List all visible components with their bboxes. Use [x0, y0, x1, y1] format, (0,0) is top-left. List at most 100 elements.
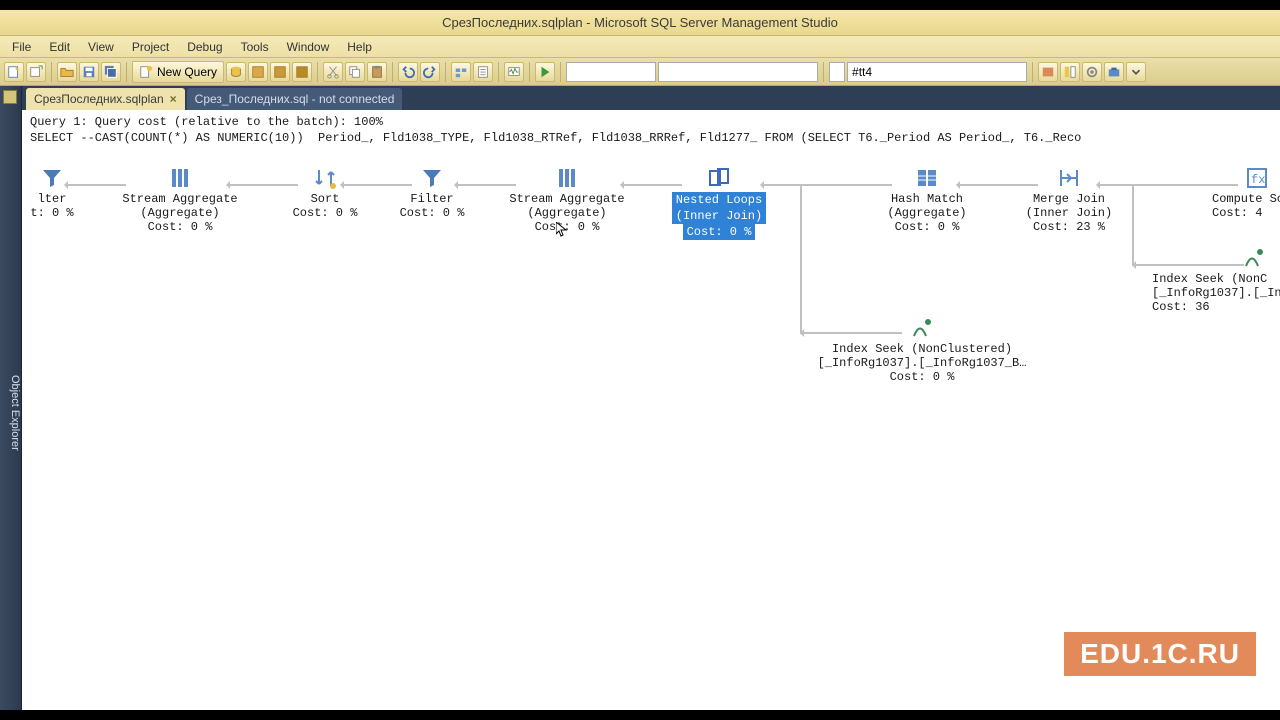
menu-project[interactable]: Project: [124, 38, 177, 56]
plan-node-filter-left[interactable]: lter t: 0 %: [22, 166, 82, 220]
toolbar-separator: [445, 62, 446, 82]
window-title: СрезПоследних.sqlplan - Microsoft SQL Se…: [442, 15, 838, 30]
node-cost: Cost: 0 %: [812, 370, 1032, 384]
mdx-query-button[interactable]: [270, 62, 290, 82]
plan-node-index-seek-bottom[interactable]: Index Seek (NonClustered) [_InfoRg1037].…: [812, 316, 1032, 384]
merge-join-icon: [1057, 166, 1081, 190]
find-combo[interactable]: [847, 62, 1027, 82]
activity-monitor-button[interactable]: [504, 62, 524, 82]
db-engine-query-button[interactable]: [226, 62, 246, 82]
node-sub: (Inner Join): [1014, 206, 1124, 220]
node-cost: Cost: 23 %: [1014, 220, 1124, 234]
compute-scalar-icon: fx: [1245, 166, 1269, 190]
toolbar-separator: [1032, 62, 1033, 82]
hash-match-icon: [915, 166, 939, 190]
node-cost: Cost: 0 %: [683, 224, 756, 240]
new-project-button[interactable]: [4, 62, 24, 82]
analysis-query-button[interactable]: [248, 62, 268, 82]
node-cost: Cost: 36: [1152, 300, 1280, 314]
node-label: Hash Match: [872, 192, 982, 206]
node-sub: (Aggregate): [872, 206, 982, 220]
bottom-black-bar: [0, 710, 1280, 720]
more-windows-button[interactable]: [1126, 62, 1146, 82]
node-label: Index Seek (NonClustered): [812, 342, 1032, 356]
node-cost: Cost: 0 %: [280, 206, 370, 220]
menu-file[interactable]: File: [4, 38, 39, 56]
object-explorer-label: Object Explorer: [9, 375, 21, 451]
save-button[interactable]: [79, 62, 99, 82]
add-item-button[interactable]: [26, 62, 46, 82]
node-cost: Cost: 0 %: [392, 206, 472, 220]
filter-icon: [420, 166, 444, 190]
toolbar-separator: [823, 62, 824, 82]
properties-button[interactable]: [473, 62, 493, 82]
plan-node-nested-loops[interactable]: Nested Loops (Inner Join) Cost: 0 %: [664, 166, 774, 240]
node-label: Compute Sc: [1212, 192, 1280, 206]
object-explorer-panel[interactable]: Object Explorer: [0, 86, 22, 710]
registered-servers-button[interactable]: [1038, 62, 1058, 82]
copy-button[interactable]: [345, 62, 365, 82]
undo-button[interactable]: [398, 62, 418, 82]
aggregate-icon: [555, 166, 579, 190]
index-seek-icon: [910, 316, 934, 340]
svg-text:fx: fx: [1251, 173, 1265, 187]
plan-connector: [1132, 186, 1134, 266]
template-explorer-button[interactable]: [1082, 62, 1102, 82]
solution-button[interactable]: [451, 62, 471, 82]
new-query-label: New Query: [157, 65, 217, 79]
plan-node-merge-join[interactable]: Merge Join (Inner Join) Cost: 23 %: [1014, 166, 1124, 234]
node-label: Merge Join: [1014, 192, 1124, 206]
save-all-button[interactable]: [101, 62, 121, 82]
tab-label: Срез_Последних.sql - not connected: [195, 92, 395, 106]
node-sub: [_InfoRg1037].[_In: [1152, 286, 1280, 300]
main-toolbar: New Query: [0, 58, 1280, 86]
database-combo-1[interactable]: [566, 62, 656, 82]
plan-node-filter[interactable]: Filter Cost: 0 %: [392, 166, 472, 220]
open-button[interactable]: [57, 62, 77, 82]
node-label: Stream Aggregate: [502, 192, 632, 206]
tab-sql-not-connected[interactable]: Срез_Последних.sql - not connected: [187, 88, 403, 110]
toolbox-button[interactable]: [1104, 62, 1124, 82]
node-cost: Cost: 4: [1212, 206, 1280, 220]
object-explorer-button[interactable]: [1060, 62, 1080, 82]
pin-icon[interactable]: [3, 90, 17, 104]
filter-icon: [40, 166, 64, 190]
node-label: Nested Loops: [672, 192, 766, 208]
tab-label: СрезПоследних.sqlplan: [34, 92, 164, 106]
cut-button[interactable]: [323, 62, 343, 82]
plan-node-compute-scalar[interactable]: fx Compute Sc Cost: 4: [1212, 166, 1280, 220]
node-cost: Cost: 0 %: [120, 220, 240, 234]
menu-tools[interactable]: Tools: [233, 38, 277, 56]
close-icon[interactable]: ×: [170, 92, 177, 106]
xmla-query-button[interactable]: [292, 62, 312, 82]
plan-header-line1: Query 1: Query cost (relative to the bat…: [30, 115, 383, 129]
menu-debug[interactable]: Debug: [179, 38, 230, 56]
database-dropdown[interactable]: [829, 62, 845, 82]
plan-node-sort[interactable]: Sort Cost: 0 %: [280, 166, 370, 220]
paste-button[interactable]: [367, 62, 387, 82]
database-combo-2[interactable]: [658, 62, 818, 82]
menu-window[interactable]: Window: [279, 38, 338, 56]
redo-button[interactable]: [420, 62, 440, 82]
plan-node-index-seek-top[interactable]: Index Seek (NonC [_InfoRg1037].[_In Cost…: [1152, 246, 1280, 314]
toolbar-separator: [560, 62, 561, 82]
execute-button[interactable]: [535, 62, 555, 82]
plan-node-stream-aggregate-1[interactable]: Stream Aggregate (Aggregate) Cost: 0 %: [120, 166, 240, 234]
toolbar-separator: [51, 62, 52, 82]
execution-plan-viewer[interactable]: Query 1: Query cost (relative to the bat…: [22, 110, 1280, 710]
tab-sqlplan[interactable]: СрезПоследних.sqlplan ×: [26, 88, 185, 110]
menu-bar: File Edit View Project Debug Tools Windo…: [0, 36, 1280, 58]
body-row: Object Explorer СрезПоследних.sqlplan × …: [0, 86, 1280, 710]
node-label: Index Seek (NonC: [1152, 272, 1280, 286]
new-query-button[interactable]: New Query: [132, 61, 224, 83]
plan-header: Query 1: Query cost (relative to the bat…: [22, 110, 1280, 146]
menu-view[interactable]: View: [80, 38, 122, 56]
plan-connector: [800, 186, 802, 334]
menu-edit[interactable]: Edit: [41, 38, 78, 56]
plan-node-hash-match[interactable]: Hash Match (Aggregate) Cost: 0 %: [872, 166, 982, 234]
node-label: lter: [22, 192, 82, 206]
top-black-bar: [0, 0, 1280, 10]
node-sub: (Aggregate): [502, 206, 632, 220]
nested-loops-icon: [707, 166, 731, 190]
menu-help[interactable]: Help: [339, 38, 380, 56]
